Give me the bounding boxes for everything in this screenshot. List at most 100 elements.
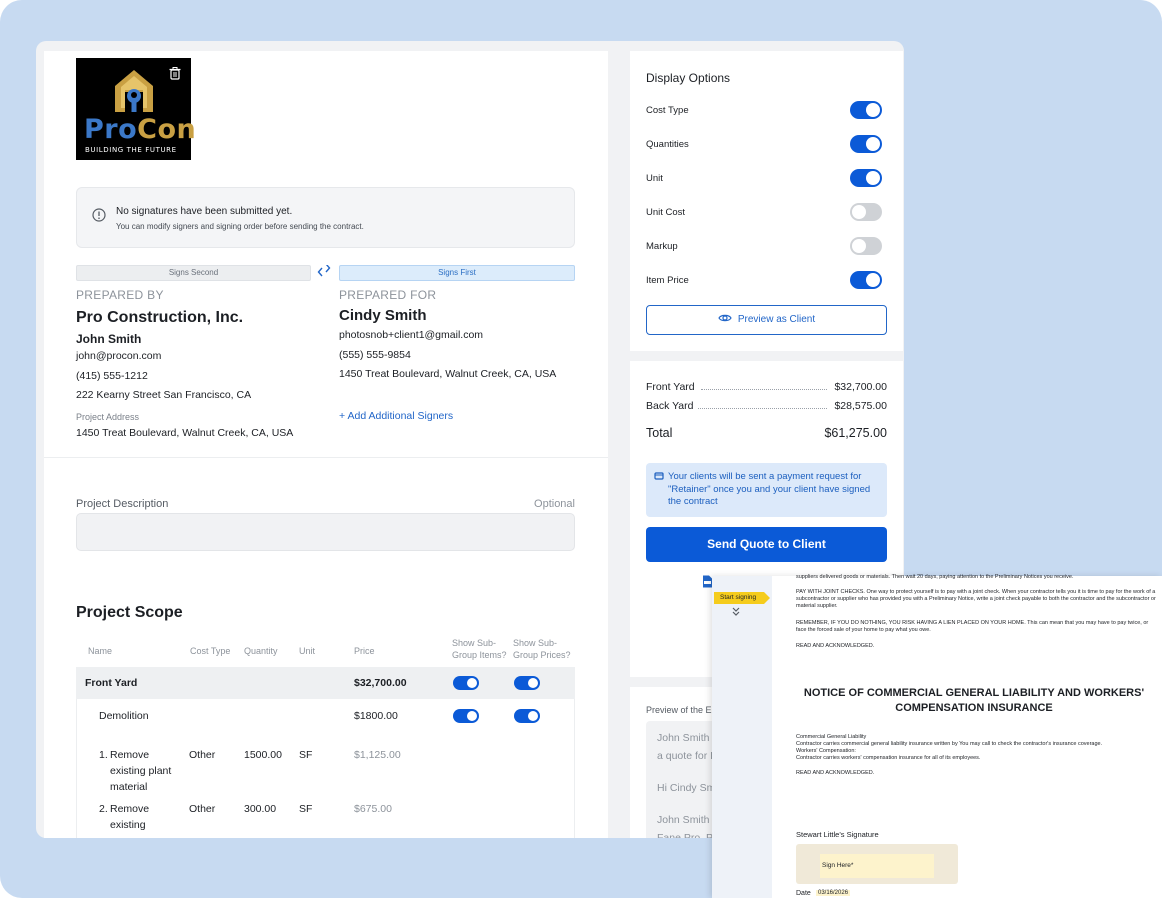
display-options-title: Display Options xyxy=(646,71,731,85)
info-icon xyxy=(92,208,106,222)
option-label-unit-cost: Unit Cost xyxy=(646,207,686,218)
doc-wc-text: Contractor carries workers' compensation… xyxy=(796,755,981,761)
contract-document-preview: Start signing suppliers delivered goods … xyxy=(712,574,1162,898)
signature-label: Stewart Little's Signature xyxy=(796,830,879,839)
signature-status-alert: No signatures have been submitted yet. Y… xyxy=(76,187,575,248)
send-quote-button[interactable]: Send Quote to Client xyxy=(646,527,887,562)
alert-title: No signatures have been submitted yet. xyxy=(116,206,293,217)
group-show-items-toggle[interactable] xyxy=(453,676,479,690)
item-unit: SF xyxy=(299,749,313,761)
payment-icon xyxy=(654,472,664,480)
client-name: Cindy Smith xyxy=(339,307,427,324)
project-description-label: Project Description xyxy=(76,498,169,510)
section-divider xyxy=(44,457,608,458)
total-label: Total xyxy=(646,426,673,440)
email-line: John Smith xyxy=(657,732,710,744)
option-label-cost-type: Cost Type xyxy=(646,105,689,116)
item-price-toggle[interactable] xyxy=(850,271,882,289)
col-header-unit: Unit xyxy=(299,646,316,656)
option-label-quantities: Quantities xyxy=(646,139,689,150)
signature-box: Sign Here* xyxy=(796,844,958,884)
total-row: Total $61,275.00 xyxy=(646,426,887,440)
subgroup-show-items-toggle[interactable] xyxy=(453,709,479,723)
item-name: Remove existing xyxy=(110,803,150,831)
client-phone: (555) 555-9854 xyxy=(339,349,411,361)
start-signing-tag[interactable]: Start signing xyxy=(714,592,770,604)
doc-wc-title: Workers' Compensation: xyxy=(796,748,856,754)
swap-order-icon[interactable] xyxy=(317,265,331,279)
item-quantity: 300.00 xyxy=(244,803,277,815)
signing-sidebar: Start signing xyxy=(712,576,772,898)
unit-cost-toggle[interactable] xyxy=(850,203,882,221)
cost-type-toggle[interactable] xyxy=(850,101,882,119)
doc-paragraph: PAY WITH JOINT CHECKS. One way to protec… xyxy=(796,589,1156,609)
summary-row: Back Yard $28,575.00 xyxy=(646,400,887,412)
alert-subtitle: You can modify signers and signing order… xyxy=(116,222,364,231)
payment-request-notice: Your clients will be sent a payment requ… xyxy=(646,463,887,517)
col-header-quantity: Quantity xyxy=(244,646,278,656)
col-header-show-prices: Show Sub- Group Prices? xyxy=(513,638,571,660)
quote-main-panel: ProCon BUILDING THE FUTURE No signatures… xyxy=(44,51,608,838)
signs-second-badge: Signs Second xyxy=(76,265,311,281)
project-address-label: Project Address xyxy=(76,412,140,422)
group-name: Front Yard xyxy=(85,677,138,689)
logo-wordmark: ProCon xyxy=(84,114,197,145)
email-line: Fane Pro, Pl xyxy=(657,832,716,838)
chevrons-down-icon[interactable] xyxy=(732,607,740,617)
signs-first-badge: Signs First xyxy=(339,265,575,281)
email-line: Hi Cindy Sm xyxy=(657,782,716,794)
add-signers-link[interactable]: + Add Additional Signers xyxy=(339,410,453,422)
doc-paragraph: suppliers delivered goods or materials. … xyxy=(796,574,1074,580)
sign-here-field[interactable]: Sign Here* xyxy=(820,854,934,878)
option-label-item-price: Item Price xyxy=(646,275,689,286)
eye-icon xyxy=(718,315,732,322)
col-header-price: Price xyxy=(354,646,375,656)
project-address: 1450 Treat Boulevard, Walnut Creek, CA, … xyxy=(76,427,294,439)
item-number: 1. xyxy=(99,749,108,761)
prepared-by-label: PREPARED BY xyxy=(76,288,164,302)
doc-cgl-text: Contractor carries commercial general li… xyxy=(796,741,1103,747)
contractor-address: 222 Kearny Street San Francisco, CA xyxy=(76,389,252,401)
trash-icon[interactable] xyxy=(169,67,181,80)
subgroup-show-prices-toggle[interactable] xyxy=(514,709,540,723)
group-show-prices-toggle[interactable] xyxy=(514,676,540,690)
client-address: 1450 Treat Boulevard, Walnut Creek, CA, … xyxy=(339,368,557,380)
email-preview-title: Preview of the E xyxy=(646,705,712,715)
prepared-for-label: PREPARED FOR xyxy=(339,288,437,302)
doc-paragraph: REMEMBER, IF YOU DO NOTHING, YOU RISK HA… xyxy=(796,620,1149,633)
unit-toggle[interactable] xyxy=(850,169,882,187)
col-header-name: Name xyxy=(88,646,113,656)
client-email: photosnob+client1@gmail.com xyxy=(339,329,484,341)
markup-toggle[interactable] xyxy=(850,237,882,255)
items-right-border xyxy=(574,699,575,838)
doc-acknowledgement: READ AND ACKNOWLEDGED. xyxy=(796,643,875,649)
display-options-card: Display Options Cost Type Quantities Uni… xyxy=(630,51,903,351)
project-description-field[interactable] xyxy=(76,513,575,551)
contractor-name: John Smith xyxy=(76,332,142,346)
doc-acknowledgement: READ AND ACKNOWLEDGED. xyxy=(796,770,875,776)
item-cost-type: Other xyxy=(189,803,216,815)
date-field[interactable]: 03/16/2026 xyxy=(816,890,851,896)
optional-label: Optional xyxy=(534,498,575,510)
item-name: Remove existing plant material xyxy=(110,749,172,793)
total-value: $61,275.00 xyxy=(824,426,887,440)
date-label: Date xyxy=(796,890,811,897)
item-price: $1,125.00 xyxy=(354,749,401,761)
col-header-cost-type: Cost Type xyxy=(190,646,231,656)
subgroup-name: Demolition xyxy=(99,710,149,722)
item-price: $675.00 xyxy=(354,803,392,815)
logo-tagline: BUILDING THE FUTURE xyxy=(85,146,177,154)
item-quantity: 1500.00 xyxy=(244,749,282,761)
email-line: John Smith xyxy=(657,814,710,826)
subgroup-price: $1800.00 xyxy=(354,710,398,722)
preview-as-client-button[interactable]: Preview as Client xyxy=(646,305,887,335)
quantities-toggle[interactable] xyxy=(850,135,882,153)
email-line: a quote for I xyxy=(657,750,714,762)
contractor-phone: (415) 555-1212 xyxy=(76,370,148,382)
items-left-border xyxy=(76,699,77,838)
contractor-email: john@procon.com xyxy=(76,350,162,362)
item-cost-type: Other xyxy=(189,749,216,761)
option-label-unit: Unit xyxy=(646,173,663,184)
doc-cgl-title: Commercial General Liability xyxy=(796,734,867,740)
group-price: $32,700.00 xyxy=(354,677,407,689)
